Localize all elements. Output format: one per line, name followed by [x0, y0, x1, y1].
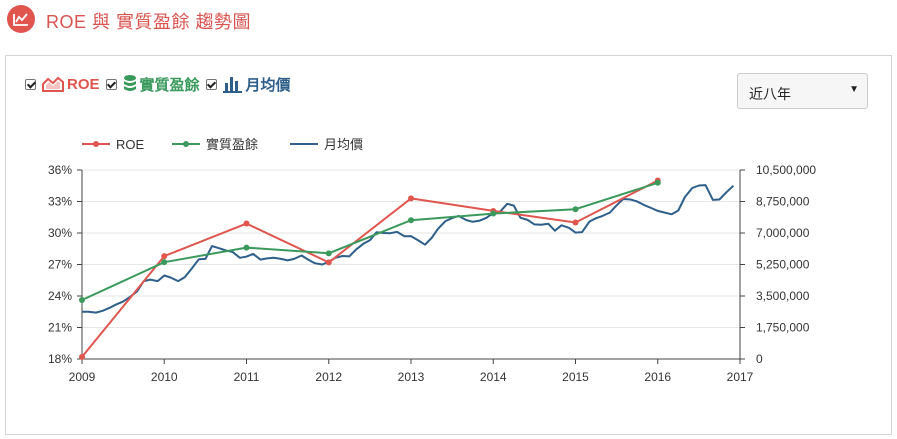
bar-chart-icon — [222, 77, 242, 93]
eps-toggle-label: 實質盈餘 — [139, 76, 200, 94]
range-select-value: 近八年 — [749, 86, 791, 102]
chevron-down-icon: ▼ — [849, 84, 859, 95]
trend-chart-icon — [7, 5, 35, 33]
panel-header: ROE 與 實質盈餘 趨勢圖 — [0, 0, 897, 40]
roe-checkbox[interactable] — [25, 78, 36, 90]
price-checkbox[interactable] — [205, 78, 217, 90]
range-select[interactable]: 近八年 ▼ — [737, 73, 868, 109]
roe-toggle[interactable]: ROE — [42, 76, 100, 93]
roe-area-icon — [42, 76, 64, 92]
roe-toggle-label: ROE — [67, 75, 100, 93]
price-toggle[interactable]: 月均價 — [222, 74, 291, 95]
eps-toggle[interactable]: 實質盈餘 — [123, 74, 200, 95]
price-toggle-label: 月均價 — [245, 76, 291, 94]
panel-title: ROE 與 實質盈餘 趨勢圖 — [46, 12, 252, 32]
chart-panel — [5, 55, 892, 435]
series-toggles: ROE 實質盈餘 月均價 — [25, 72, 297, 96]
eps-checkbox[interactable] — [105, 78, 117, 90]
coin-stack-icon — [123, 75, 136, 91]
